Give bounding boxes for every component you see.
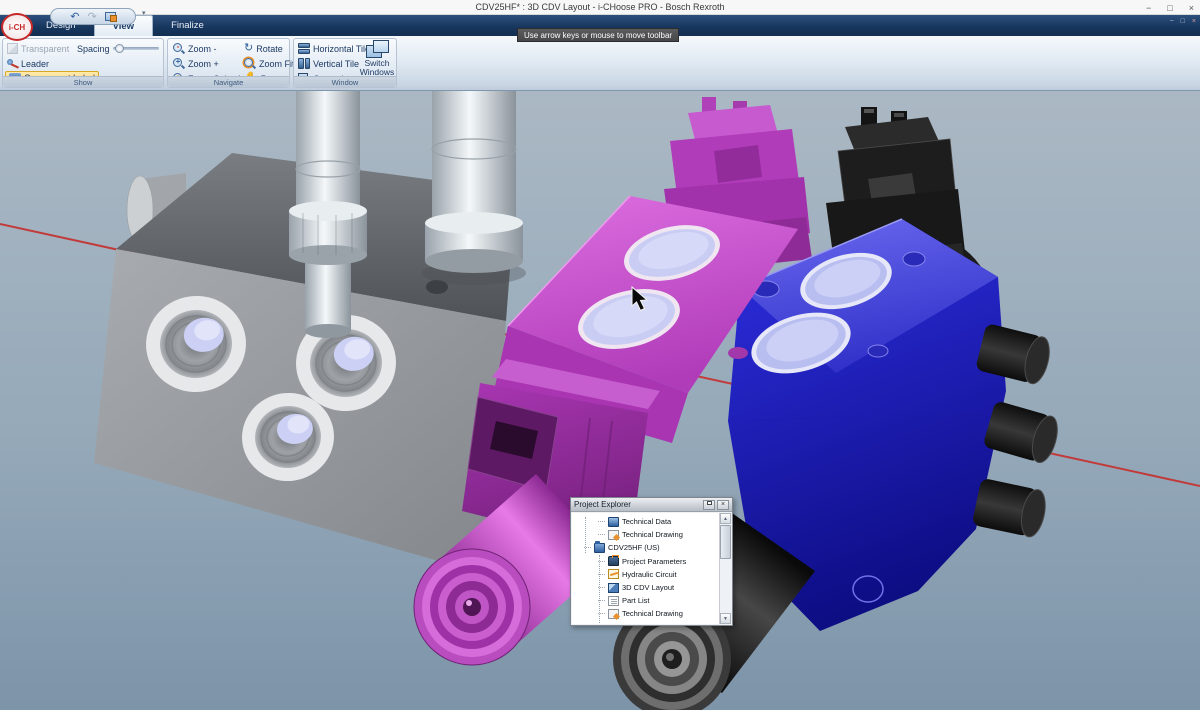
vertical-tile-button[interactable]: Vertical Tile	[298, 57, 359, 70]
inner-window-controls: − □ ×	[1170, 18, 1196, 25]
close-icon[interactable]: ×	[1189, 3, 1194, 13]
inner-minimize-icon[interactable]: −	[1170, 18, 1174, 25]
rotate-button[interactable]: ↻ Rotate	[244, 42, 283, 55]
panel-restore-button[interactable]	[703, 500, 715, 510]
transparent-icon	[7, 43, 18, 54]
quick-access-toolbar: ↶ ↷	[50, 8, 136, 25]
ribbon: Transparent Spacing Leader Component Lab…	[0, 36, 1200, 91]
switch-windows-icon	[366, 40, 388, 58]
leader-icon	[7, 58, 18, 69]
transparent-button: Transparent	[7, 42, 69, 55]
tree-item-part-list[interactable]: Part List	[574, 594, 718, 607]
spacing-label: Spacing	[77, 44, 110, 54]
show-group-caption: Show	[3, 76, 163, 87]
project-explorer-title: Project Explorer	[574, 500, 701, 509]
tree-item-3d-cdv-layout[interactable]: 3D CDV Layout	[574, 581, 718, 594]
title-bar: CDV25HF* : 3D CDV Layout - i-CHoose PRO …	[0, 0, 1200, 15]
tree-item-project-root[interactable]: CDV25HF (US)	[574, 541, 718, 554]
horizontal-tile-icon	[298, 43, 310, 54]
redo-icon[interactable]: ↷	[88, 12, 97, 22]
window-icon[interactable]	[105, 12, 116, 21]
panel-close-button[interactable]: ×	[717, 500, 729, 510]
vertical-tile-icon	[298, 58, 310, 69]
tree-item-technical-drawing-1[interactable]: Technical Drawing	[574, 528, 718, 541]
window-controls: − □ ×	[1146, 0, 1194, 15]
qat-dropdown-icon[interactable]: ▾	[142, 9, 146, 17]
tree-item-technical-drawing-2[interactable]: Technical Drawing	[574, 607, 718, 620]
tree-item-project-parameters[interactable]: Project Parameters	[574, 555, 718, 568]
inner-close-icon[interactable]: ×	[1192, 18, 1196, 25]
tree-item-hydraulic-circuit[interactable]: Hydraulic Circuit	[574, 568, 718, 581]
zoom-fit-button[interactable]: Zoom Fit	[244, 57, 295, 70]
zoom-out-icon: -	[173, 43, 185, 55]
project-explorer-body: Technical Data Technical Drawing CDV25HF…	[572, 513, 731, 624]
scrollbar-thumb[interactable]	[720, 525, 731, 559]
leader-button[interactable]: Leader	[7, 57, 49, 70]
app-logo[interactable]: i-CH	[1, 13, 33, 41]
window-title: CDV25HF* : 3D CDV Layout - i-CHoose PRO …	[475, 2, 724, 12]
window-group-caption: Window	[294, 76, 396, 87]
technical-data-icon	[608, 517, 619, 527]
explorer-scrollbar[interactable]: ▲ ▼	[719, 513, 731, 624]
spacing-control: Spacing	[77, 42, 159, 55]
project-explorer-panel: Project Explorer × Technical Data Techni…	[570, 497, 733, 626]
navigate-group: - Zoom - + Zoom + ▪ Zoom Selection ↻ Rot…	[167, 38, 290, 88]
technical-drawing-icon	[608, 609, 619, 619]
maximize-icon[interactable]: □	[1167, 3, 1172, 13]
undo-icon[interactable]: ↶	[70, 12, 79, 22]
zoom-out-button[interactable]: - Zoom -	[173, 42, 217, 55]
rotate-icon: ↻	[244, 43, 253, 54]
scroll-down-icon[interactable]: ▼	[720, 613, 731, 624]
zoom-fit-icon	[244, 58, 256, 70]
navigate-group-caption: Navigate	[168, 76, 289, 87]
zoom-in-button[interactable]: + Zoom +	[173, 57, 219, 70]
technical-drawing-icon	[608, 530, 619, 540]
spacing-slider-thumb[interactable]	[115, 44, 124, 53]
folder-icon	[594, 543, 605, 553]
zoom-in-icon: +	[173, 58, 185, 70]
toolbar-tooltip: Use arrow keys or mouse to move toolbar	[517, 28, 679, 42]
3d-layout-icon	[608, 583, 619, 593]
window-group: Horizontal Tile Vertical Tile Cascade Sw…	[293, 38, 397, 88]
project-tree: Technical Data Technical Drawing CDV25HF…	[574, 515, 718, 624]
part-list-icon	[608, 596, 619, 606]
spacing-slider[interactable]	[113, 47, 159, 50]
project-explorer-titlebar[interactable]: Project Explorer ×	[571, 498, 732, 512]
show-group: Transparent Spacing Leader Component Lab…	[2, 38, 164, 88]
application-window: CDV25HF* : 3D CDV Layout - i-CHoose PRO …	[0, 0, 1200, 710]
tree-item-technical-data[interactable]: Technical Data	[574, 515, 718, 528]
project-parameters-icon	[608, 556, 619, 566]
tab-finalize[interactable]: Finalize	[153, 15, 222, 36]
chrome-fitting-right[interactable]	[422, 91, 526, 285]
minimize-icon[interactable]: −	[1146, 3, 1151, 13]
inner-maximize-icon[interactable]: □	[1181, 18, 1185, 25]
restore-icon	[707, 501, 712, 505]
scroll-up-icon[interactable]: ▲	[720, 513, 731, 524]
hydraulic-circuit-icon	[608, 569, 619, 579]
